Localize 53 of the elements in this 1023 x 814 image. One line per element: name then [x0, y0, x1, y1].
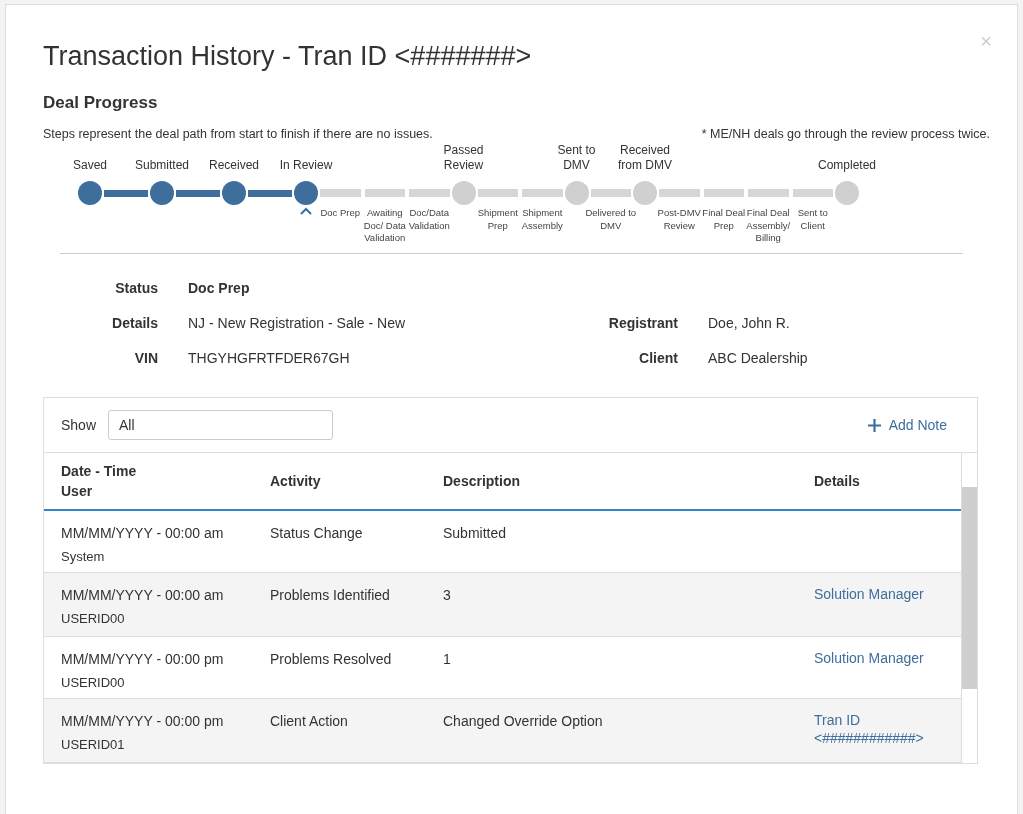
details-link[interactable]: Tran ID <############> — [814, 711, 944, 748]
field-value: NJ - New Registration - Sale - New — [188, 314, 407, 334]
description-cell: 3 — [443, 587, 451, 604]
activity-cell: Problems Resolved — [270, 651, 392, 668]
user-cell-text: USERID01 — [61, 736, 126, 755]
add-note-link[interactable]: Add Note — [867, 414, 947, 436]
step-label: Delivered to DMV — [584, 207, 638, 233]
milestone-label: Sent to DMV — [556, 143, 597, 174]
milestone-label: Saved — [73, 158, 107, 174]
description-cell: Submitted — [443, 525, 507, 542]
datetime-cell-text: MM/MM/YYYY - 00:00 pm — [61, 712, 225, 732]
activity-cell: Client Action — [270, 713, 348, 730]
details-link[interactable]: Solution Manager — [814, 649, 944, 668]
caret-icon — [300, 207, 312, 216]
status-value: Doc Prep — [188, 279, 251, 299]
milestone-label: Passed Review — [442, 143, 485, 174]
column-header: Date - Time User — [61, 462, 138, 502]
field-label: Status — [114, 279, 159, 299]
column-header: Activity — [270, 472, 322, 492]
datetime-cell-text: MM/MM/YYYY - 00:00 am — [61, 586, 225, 606]
field-label: Details — [111, 314, 159, 334]
milestone-label: Received — [209, 158, 259, 174]
scrollbar-thumb[interactable] — [962, 487, 977, 690]
details-link[interactable]: Solution Manager — [814, 585, 944, 604]
milestone-label: Completed — [818, 158, 876, 174]
field-value: Doe, John R. — [708, 314, 791, 334]
user-cell-text: System — [61, 548, 106, 567]
field-label: Client — [638, 349, 679, 369]
datetime-cell-text: MM/MM/YYYY - 00:00 pm — [61, 650, 225, 670]
progress-description: Steps represent the deal path from start to finish if there are no issues. — [43, 125, 433, 143]
user-cell-text: USERID00 — [61, 674, 126, 693]
milestone-label: Submitted — [135, 158, 189, 174]
field-label: Registrant — [607, 314, 679, 334]
show-label: Show — [61, 415, 97, 435]
field-value: THGYHGFRTFDER67GH — [188, 349, 351, 369]
section-heading: Deal Progress — [43, 92, 159, 114]
field-label: VIN — [133, 349, 159, 369]
plus-icon — [867, 418, 881, 432]
datetime-cell-text: MM/MM/YYYY - 00:00 am — [61, 524, 225, 544]
column-header: Details — [814, 472, 861, 492]
milestone-label: Received from DMV — [618, 143, 672, 174]
activity-cell: Status Change — [270, 525, 363, 542]
show-filter-field[interactable]: All — [108, 410, 334, 441]
user-cell-text: USERID00 — [61, 610, 126, 629]
progress-note: * ME/NH deals go through the review process twice. — [701, 125, 990, 143]
dialog-title: Transaction History - Tran ID <#######> — [43, 40, 532, 73]
milestone-label: In Review — [279, 158, 333, 174]
description-cell: Changed Override Option — [443, 713, 603, 730]
column-header: Description — [443, 472, 521, 492]
description-cell: 1 — [443, 651, 451, 668]
step-label: Doc Prep — [320, 207, 361, 221]
field-value: ABC Dealership — [708, 349, 809, 369]
activity-cell: Problems Identified — [270, 587, 390, 604]
